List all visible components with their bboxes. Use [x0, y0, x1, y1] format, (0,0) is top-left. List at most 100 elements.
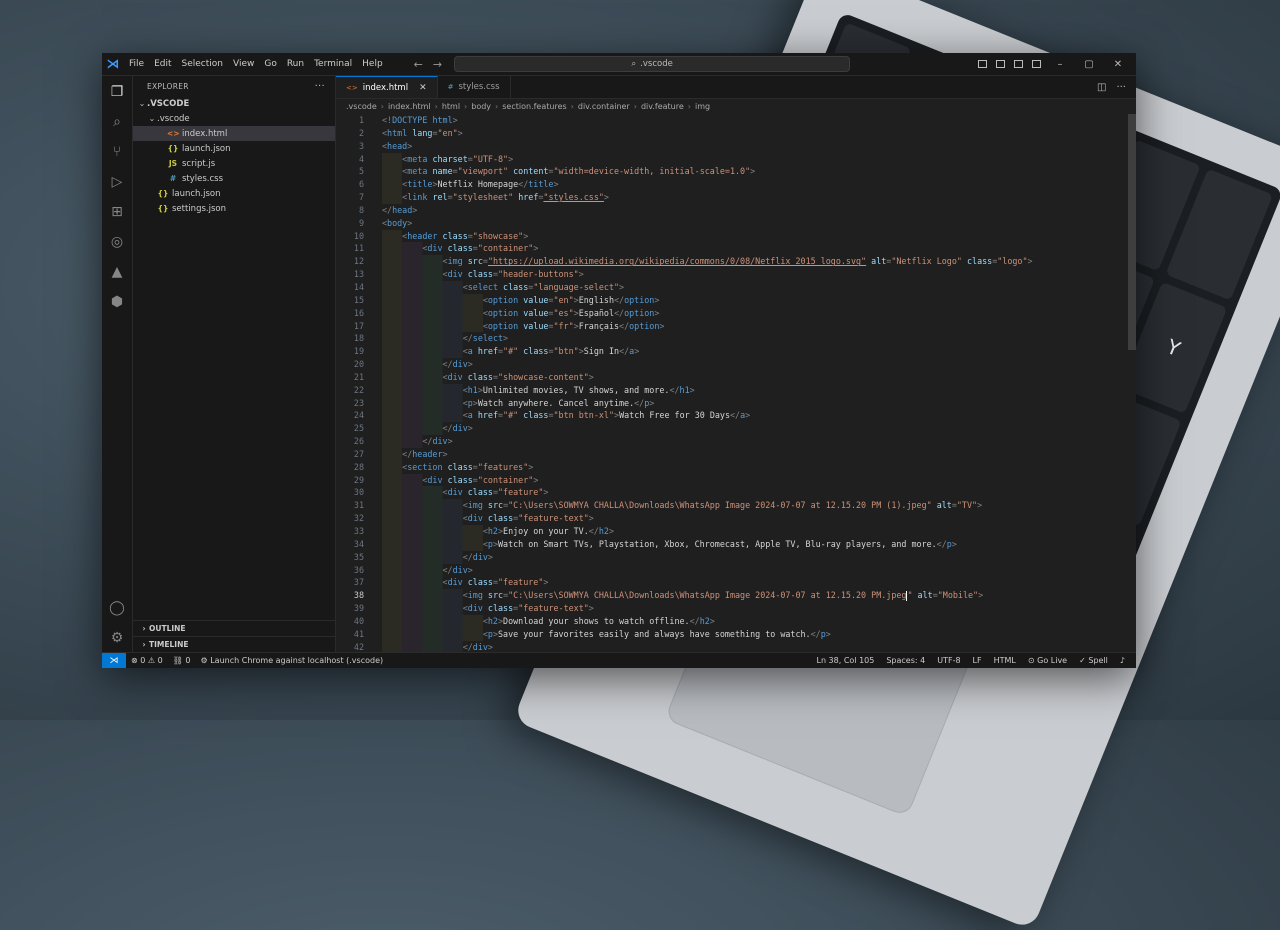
- azure-icon[interactable]: ▲: [112, 264, 123, 280]
- notifications-bell-icon[interactable]: ♪: [1115, 656, 1130, 665]
- customize-layout-icon[interactable]: [1032, 60, 1041, 68]
- extensions-icon[interactable]: ⊞: [111, 204, 123, 220]
- tab-close-icon[interactable]: ✕: [419, 83, 427, 93]
- tree-item[interactable]: # styles.css: [133, 171, 335, 186]
- breadcrumb-item[interactable]: html: [442, 102, 460, 111]
- line-number: 15: [353, 294, 364, 305]
- close-icon[interactable]: ✕: [1108, 59, 1128, 70]
- menu-item-go[interactable]: Go: [259, 59, 281, 69]
- line-number: 5: [358, 166, 364, 177]
- problems-indicator[interactable]: ⊗ 0 ⚠ 0: [126, 656, 168, 665]
- cursor-position[interactable]: Ln 38, Col 105: [811, 656, 879, 665]
- menu-item-run[interactable]: Run: [282, 59, 309, 69]
- tree-item-label: .vscode: [157, 113, 190, 124]
- html-file-icon: <>: [346, 83, 358, 92]
- maximize-icon[interactable]: ▢: [1079, 59, 1099, 70]
- breadcrumb-item[interactable]: img: [695, 102, 710, 111]
- line-number: 28: [353, 461, 364, 472]
- line-number: 22: [353, 384, 364, 395]
- tree-item[interactable]: ⌄ .vscode: [133, 111, 335, 126]
- tab-index-html[interactable]: <> index.html ✕: [336, 76, 438, 98]
- line-number: 19: [353, 346, 364, 357]
- more-actions-icon[interactable]: ···: [315, 81, 325, 92]
- breadcrumb-item[interactable]: section.features: [502, 102, 566, 111]
- line-number: 4: [358, 153, 364, 164]
- code-line: 20 </div>: [336, 358, 1136, 371]
- breadcrumb-item[interactable]: div.container: [578, 102, 630, 111]
- command-center-search[interactable]: ⌕ .vscode: [454, 56, 851, 72]
- end-of-line[interactable]: LF: [968, 656, 987, 665]
- tree-item-label: index.html: [182, 128, 228, 139]
- tree-item[interactable]: {} settings.json: [133, 201, 335, 216]
- settings-gear-icon[interactable]: ⚙: [111, 630, 124, 646]
- code-text: <div class="header-buttons">: [382, 268, 584, 281]
- editor-scrollbar[interactable]: [1128, 114, 1136, 350]
- breadcrumb-item[interactable]: index.html: [388, 102, 431, 111]
- line-number: 11: [353, 243, 364, 254]
- tree-item[interactable]: ⌄ .VSCODE: [133, 96, 335, 111]
- menu-item-edit[interactable]: Edit: [149, 59, 176, 69]
- spell-button[interactable]: ✓ Spell: [1074, 656, 1113, 665]
- tree-item-label: settings.json: [172, 203, 226, 214]
- code-text: <header class="showcase">: [382, 229, 529, 243]
- ports-indicator[interactable]: ⛓ 0: [168, 656, 196, 665]
- indentation[interactable]: Spaces: 4: [881, 656, 930, 665]
- tab-styles-css[interactable]: # styles.css: [438, 76, 511, 98]
- breadcrumb-separator-icon: ›: [464, 102, 468, 111]
- minimize-icon[interactable]: –: [1050, 59, 1070, 70]
- python-icon[interactable]: ⬢: [111, 294, 123, 310]
- language-mode[interactable]: HTML: [989, 656, 1021, 665]
- menu-item-help[interactable]: Help: [357, 59, 388, 69]
- line-number: 2: [358, 127, 364, 138]
- code-text: </select>: [382, 332, 509, 346]
- code-line: 14 <select class="language-select">: [336, 280, 1136, 294]
- breadcrumb-item[interactable]: body: [471, 102, 491, 111]
- toggle-secondary-sidebar-icon[interactable]: [1014, 60, 1023, 68]
- broadcast-icon: ⊙: [1027, 656, 1035, 665]
- code-line: 22 <h1>Unlimited movies, TV shows, and m…: [336, 383, 1136, 397]
- tree-item[interactable]: <> index.html: [133, 126, 335, 141]
- code-editor[interactable]: 1 <!DOCTYPE html> 2 <html lang="en"> 3 <head>…: [336, 114, 1136, 652]
- menu-item-file[interactable]: File: [124, 59, 149, 69]
- tree-item[interactable]: {} launch.json: [133, 141, 335, 156]
- explorer-title: EXPLORER: [147, 81, 189, 91]
- line-number: 23: [353, 397, 364, 408]
- warning-count: 0: [157, 656, 163, 665]
- tree-item[interactable]: JS script.js: [133, 156, 335, 171]
- launch-config[interactable]: ⚙ Launch Chrome against localhost (.vsco…: [196, 656, 389, 665]
- menu-item-selection[interactable]: Selection: [177, 59, 228, 69]
- code-line: 25 </div>: [336, 422, 1136, 436]
- account-icon[interactable]: ◯: [109, 600, 125, 616]
- run-debug-icon[interactable]: ▷: [112, 174, 123, 190]
- breadcrumb-item[interactable]: .vscode: [346, 102, 377, 111]
- code-text: </div>: [382, 358, 473, 371]
- command-center-label: .vscode: [640, 59, 673, 69]
- remote-indicator-icon[interactable]: ⋊: [102, 653, 126, 668]
- search-view-icon[interactable]: ⌕: [113, 114, 121, 130]
- forward-arrow-icon[interactable]: →: [433, 58, 442, 71]
- go-live-button[interactable]: ⊙ Go Live: [1023, 656, 1072, 665]
- editor-more-actions-icon[interactable]: ···: [1116, 82, 1126, 93]
- back-arrow-icon[interactable]: ←: [414, 58, 423, 71]
- toggle-panel-icon[interactable]: [996, 60, 1005, 68]
- line-number: 1: [358, 115, 364, 125]
- code-line: 26 </div>: [336, 435, 1136, 448]
- line-number: 21: [353, 371, 364, 382]
- menu-item-view[interactable]: View: [228, 59, 259, 69]
- menu-item-terminal[interactable]: Terminal: [309, 59, 357, 69]
- source-control-icon[interactable]: ⑂: [113, 144, 121, 160]
- explorer-icon[interactable]: ❐: [111, 84, 124, 100]
- vscode-logo-icon: ⋊: [106, 56, 120, 72]
- breadcrumb-item[interactable]: div.feature: [641, 102, 684, 111]
- code-text: <div class="showcase-content">: [382, 370, 594, 384]
- remote-explorer-icon[interactable]: ◎: [111, 234, 123, 250]
- timeline-section[interactable]: › TIMELINE: [133, 636, 335, 652]
- editor-area: <> index.html ✕ # styles.css ◫ ··· .vscode › i…: [336, 76, 1136, 652]
- toggle-primary-sidebar-icon[interactable]: [978, 60, 987, 68]
- tree-item[interactable]: {} launch.json: [133, 186, 335, 201]
- json-file-icon: {}: [167, 144, 179, 153]
- encoding[interactable]: UTF-8: [932, 656, 965, 665]
- outline-section[interactable]: › OUTLINE: [133, 620, 335, 636]
- split-editor-icon[interactable]: ◫: [1097, 82, 1106, 93]
- code-line: 36 </div>: [336, 563, 1136, 577]
